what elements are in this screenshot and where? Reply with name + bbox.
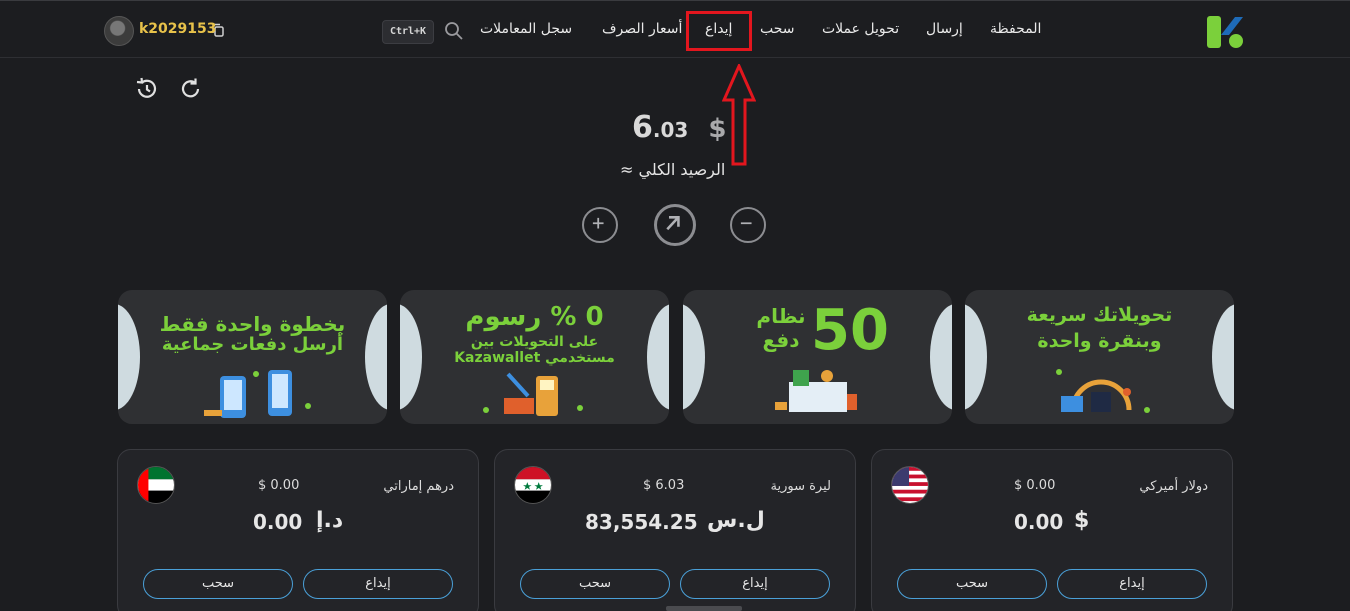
nav-send[interactable]: إرسال: [926, 21, 963, 37]
banner-fast-transfers[interactable]: تحويلاتك سريعة وبنقرة واحدة: [965, 290, 1234, 424]
currency-symbol: د.إ: [316, 508, 344, 533]
nav-withdraw[interactable]: سحب: [760, 21, 795, 37]
balance-currency: $: [708, 114, 727, 144]
history-icon[interactable]: [134, 76, 160, 102]
top-navigation-bar: المحفظة إرسال تحويل عملات سحب إيداع أسعا…: [0, 0, 1350, 58]
banner-number: 50: [811, 298, 889, 363]
total-balance: 6.03 $: [632, 110, 726, 145]
banner-subtitle: على التحويلات بين مستخدمي Kazawallet: [454, 334, 615, 366]
money-illustration: [775, 370, 857, 412]
nav-exchange-rates[interactable]: أسعار الصرف: [602, 21, 682, 37]
currency-card-syp: ليرة سورية $ 6.03 83,554.25 ل.س سحب إيدا…: [494, 449, 856, 611]
balance-decimal: .03: [652, 118, 689, 142]
us-flag-icon: [891, 466, 929, 504]
currency-symbol: $: [1074, 508, 1090, 533]
deposit-button[interactable]: إيداع: [1057, 569, 1207, 599]
minus-icon[interactable]: [730, 207, 766, 243]
currency-usd-value: $ 6.03: [643, 478, 685, 493]
currency-card-usd: دولار أميركي $ 0.00 0.00 $ سحب إيداع: [871, 449, 1233, 611]
avatar[interactable]: [104, 16, 134, 46]
horizontal-scrollbar[interactable]: [666, 606, 742, 611]
deposit-button[interactable]: إيداع: [680, 569, 830, 599]
transfer-icon[interactable]: [654, 204, 696, 246]
currency-symbol: ل.س: [707, 508, 765, 533]
search-shortcut-badge[interactable]: Ctrl+K: [382, 20, 434, 44]
banner-title: 0 % رسوم: [465, 302, 604, 332]
phones-illustration: [204, 370, 311, 418]
currency-usd-value: $ 0.00: [1014, 478, 1056, 493]
search-icon[interactable]: [444, 21, 464, 41]
nav-transaction-history[interactable]: سجل المعاملات: [480, 21, 572, 37]
arrow-up-annotation-icon: [722, 64, 756, 166]
withdraw-button[interactable]: سحب: [520, 569, 670, 599]
banner-bulk-payments[interactable]: بخطوة واحدة فقط أرسل دفعات جماعية: [118, 290, 387, 424]
nav-wallet[interactable]: المحفظة: [990, 21, 1041, 37]
currency-amount: 0.00: [1014, 510, 1064, 534]
deposit-highlight-box: [686, 11, 752, 51]
banner-zero-fees[interactable]: 0 % رسوم على التحويلات بين مستخدمي Kazaw…: [400, 290, 669, 424]
currency-amount: 0.00: [253, 510, 303, 534]
banner-subtitle: أرسل دفعات جماعية: [161, 334, 344, 355]
banner-title: تحويلاتك سريعة وبنقرة واحدة: [1026, 304, 1173, 352]
currency-usd-value: $ 0.00: [258, 478, 300, 493]
pos-terminal-illustration: [483, 372, 583, 416]
plus-icon[interactable]: [582, 207, 618, 243]
balance-integer: 6: [632, 110, 653, 145]
currency-name: دولار أميركي: [1139, 479, 1208, 494]
logo-icon[interactable]: [1206, 13, 1244, 49]
banner-title: بخطوة واحدة فقط: [159, 312, 346, 336]
banner-payment-systems[interactable]: 50 نظام دفع: [683, 290, 952, 424]
withdraw-button[interactable]: سحب: [897, 569, 1047, 599]
nav-convert[interactable]: تحويل عملات: [822, 21, 899, 37]
syria-flag-icon: [514, 466, 552, 504]
deposit-button[interactable]: إيداع: [303, 569, 453, 599]
currency-name: درهم إماراتي: [383, 479, 454, 494]
currency-name: ليرة سورية: [770, 479, 831, 494]
refresh-icon[interactable]: [178, 76, 204, 102]
transfer-illustration: [1056, 369, 1150, 413]
currency-card-aed: درهم إماراتي $ 0.00 0.00 د.إ سحب إيداع: [117, 449, 479, 611]
banner-title: نظام دفع: [756, 304, 806, 352]
currency-amount: 83,554.25: [585, 510, 698, 534]
total-balance-label: الرصيد الكلي ≈: [620, 160, 726, 179]
withdraw-button[interactable]: سحب: [143, 569, 293, 599]
username[interactable]: k2029153: [139, 21, 217, 37]
uae-flag-icon: [137, 466, 175, 504]
